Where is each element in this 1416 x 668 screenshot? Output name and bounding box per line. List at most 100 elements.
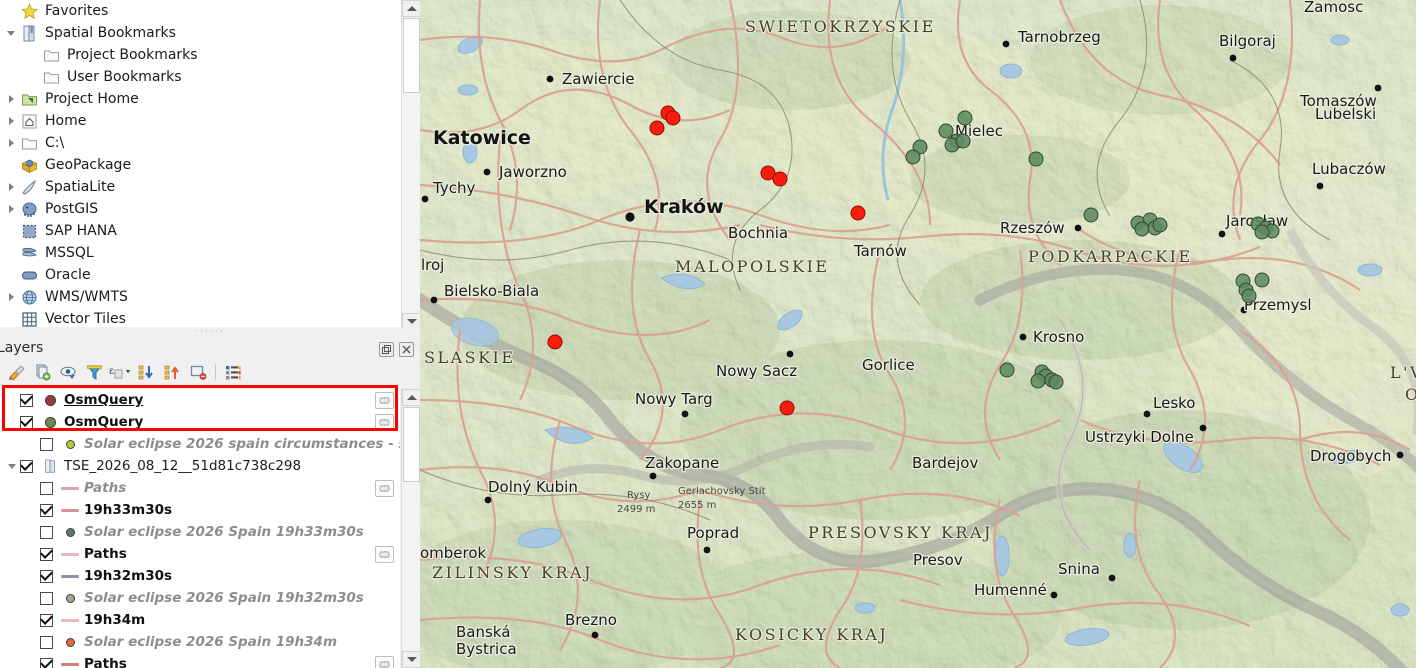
layer-visibility-checkbox[interactable] [40, 591, 53, 605]
browser-scroll-thumb[interactable] [403, 18, 420, 93]
city-label: Gorlice [862, 356, 915, 374]
browser-item-mssql[interactable]: MSSQL [0, 242, 400, 264]
collapse-all-button[interactable] [160, 361, 185, 383]
line-symbol-icon [59, 574, 81, 578]
city-label: Poprad [687, 524, 739, 542]
panel-splitter[interactable]: ······ [0, 327, 420, 337]
browser-item-label: SAP HANA [45, 223, 117, 239]
browser-item-geopackage[interactable]: GeoPackage [0, 154, 400, 176]
layer-row[interactable]: Solar eclipse 2026 Spain 19h34m [0, 631, 400, 653]
layer-row[interactable]: Paths [0, 477, 400, 499]
layer-row[interactable]: OsmQuery [0, 389, 400, 411]
twisty-down-icon[interactable] [4, 463, 20, 469]
browser-item-spatial-bookmarks[interactable]: Spatial Bookmarks [0, 22, 400, 44]
layer-visibility-checkbox[interactable] [40, 547, 53, 561]
browser-item-wms-wmts[interactable]: WMS/WMTS [0, 286, 400, 308]
city-label: Zawiercie [562, 70, 635, 88]
layer-filter-indicator-icon[interactable] [375, 392, 394, 409]
city-label: Ustrzyki Dolne [1085, 428, 1194, 446]
layer-filter-indicator-icon[interactable] [375, 656, 394, 668]
layer-visibility-checkbox[interactable] [40, 657, 53, 668]
twisty-right-icon[interactable] [4, 183, 18, 191]
chevron-right-icon [8, 205, 14, 213]
line-symbol-icon [59, 552, 81, 556]
browser-scroll-up-button[interactable] [402, 0, 420, 17]
layer-row[interactable]: 19h34m [0, 609, 400, 631]
osmquery-red-point [772, 171, 788, 187]
browser-item-favorites[interactable]: Favorites [0, 0, 400, 22]
peak-label: Rysy [627, 490, 651, 501]
layer-visibility-checkbox[interactable] [20, 459, 33, 473]
layer-row[interactable]: TSE_2026_08_12__51d81c738c298 [0, 455, 400, 477]
layer-row[interactable]: Paths [0, 543, 400, 565]
twisty-right-icon[interactable] [4, 139, 18, 147]
layer-row[interactable]: Solar eclipse 2026 Spain 19h33m30s [0, 521, 400, 543]
layer-row[interactable]: 19h32m30s [0, 565, 400, 587]
expand-all-button[interactable] [134, 361, 159, 383]
add-group-button[interactable] [30, 361, 55, 383]
layer-name: 19h34m [84, 612, 146, 628]
layer-visibility-checkbox[interactable] [40, 437, 53, 451]
layers-tree[interactable]: OsmQuery OsmQuery Solar eclipse 2026 spain… [0, 389, 400, 668]
remove-layer-group-button[interactable] [186, 361, 211, 383]
open-layer-styling-button[interactable] [4, 361, 29, 383]
browser-tree[interactable]: Favorites Spatial Bookmarks Project Bookma… [0, 0, 400, 327]
city-label: Jaworzno [498, 163, 567, 181]
show-legend-button[interactable] [220, 361, 245, 383]
peak-label: 2655 m [678, 500, 716, 511]
twisty-right-icon[interactable] [4, 117, 18, 125]
layer-visibility-checkbox[interactable] [20, 393, 33, 407]
browser-item-sap-hana[interactable]: SAP HANA [0, 220, 400, 242]
home-icon [18, 113, 40, 130]
chevron-right-icon [8, 139, 14, 147]
browser-item-postgis[interactable]: PostGIS [0, 198, 400, 220]
region-label: PODKARPACKIE [1028, 247, 1193, 266]
osmquery-red-point [649, 120, 665, 136]
close-icon [402, 345, 411, 354]
layers-scroll-down-button[interactable] [402, 651, 421, 668]
manage-map-themes-button[interactable] [56, 361, 81, 383]
layer-visibility-checkbox[interactable] [40, 503, 53, 517]
browser-item-c[interactable]: C:\ [0, 132, 400, 154]
browser-item-home[interactable]: Home [0, 110, 400, 132]
layer-filter-indicator-icon[interactable] [375, 480, 394, 497]
layers-scroll-up-button[interactable] [402, 389, 421, 406]
twisty-right-icon[interactable] [4, 95, 18, 103]
peak-label: 2499 m [617, 504, 655, 515]
layer-visibility-checkbox[interactable] [20, 415, 33, 429]
layer-visibility-checkbox[interactable] [40, 481, 53, 495]
browser-item-project-home[interactable]: Project Home [0, 88, 400, 110]
browser-item-project-bookmarks[interactable]: Project Bookmarks [0, 44, 400, 66]
layer-row[interactable]: Paths [0, 653, 400, 668]
browser-item-oracle[interactable]: Oracle [0, 264, 400, 286]
region-label: O [1405, 385, 1416, 404]
float-panel-button[interactable] [379, 342, 394, 357]
layer-visibility-checkbox[interactable] [40, 569, 53, 583]
browser-item-spatialite[interactable]: SpatiaLite [0, 176, 400, 198]
layers-scrollbar[interactable] [401, 389, 421, 668]
layer-visibility-checkbox[interactable] [40, 635, 53, 649]
city-marker [786, 350, 794, 358]
layer-row[interactable]: Solar eclipse 2026 Spain 19h32m30s [0, 587, 400, 609]
layer-filter-indicator-icon[interactable] [375, 414, 394, 431]
layer-row[interactable]: OsmQuery [0, 411, 400, 433]
layer-visibility-checkbox[interactable] [40, 613, 53, 627]
filter-legend-button[interactable] [82, 361, 107, 383]
map-canvas[interactable]: Zawiercie Katowice Jaworzno Tychy Kraków Boch… [420, 0, 1416, 668]
layer-visibility-checkbox[interactable] [40, 525, 53, 539]
city-marker [1199, 424, 1207, 432]
layer-filter-indicator-icon[interactable] [375, 546, 394, 563]
close-panel-button[interactable] [399, 342, 414, 357]
layer-name: Paths [84, 480, 127, 496]
layer-row[interactable]: Solar eclipse 2026 spain circumstances -… [0, 433, 400, 455]
twisty-right-icon[interactable] [4, 205, 18, 213]
browser-item-user-bookmarks[interactable]: User Bookmarks [0, 66, 400, 88]
twisty-right-icon[interactable] [4, 293, 18, 301]
filter-legend-by-expression-button[interactable]: ε [108, 361, 133, 383]
layers-scroll-thumb[interactable] [403, 407, 420, 482]
browser-scrollbar[interactable] [401, 0, 420, 330]
twisty-down-icon[interactable] [4, 30, 18, 36]
layer-name: OsmQuery [64, 392, 144, 408]
region-label: KOSICKY KRAJ [735, 625, 888, 644]
layer-row[interactable]: 19h33m30s [0, 499, 400, 521]
